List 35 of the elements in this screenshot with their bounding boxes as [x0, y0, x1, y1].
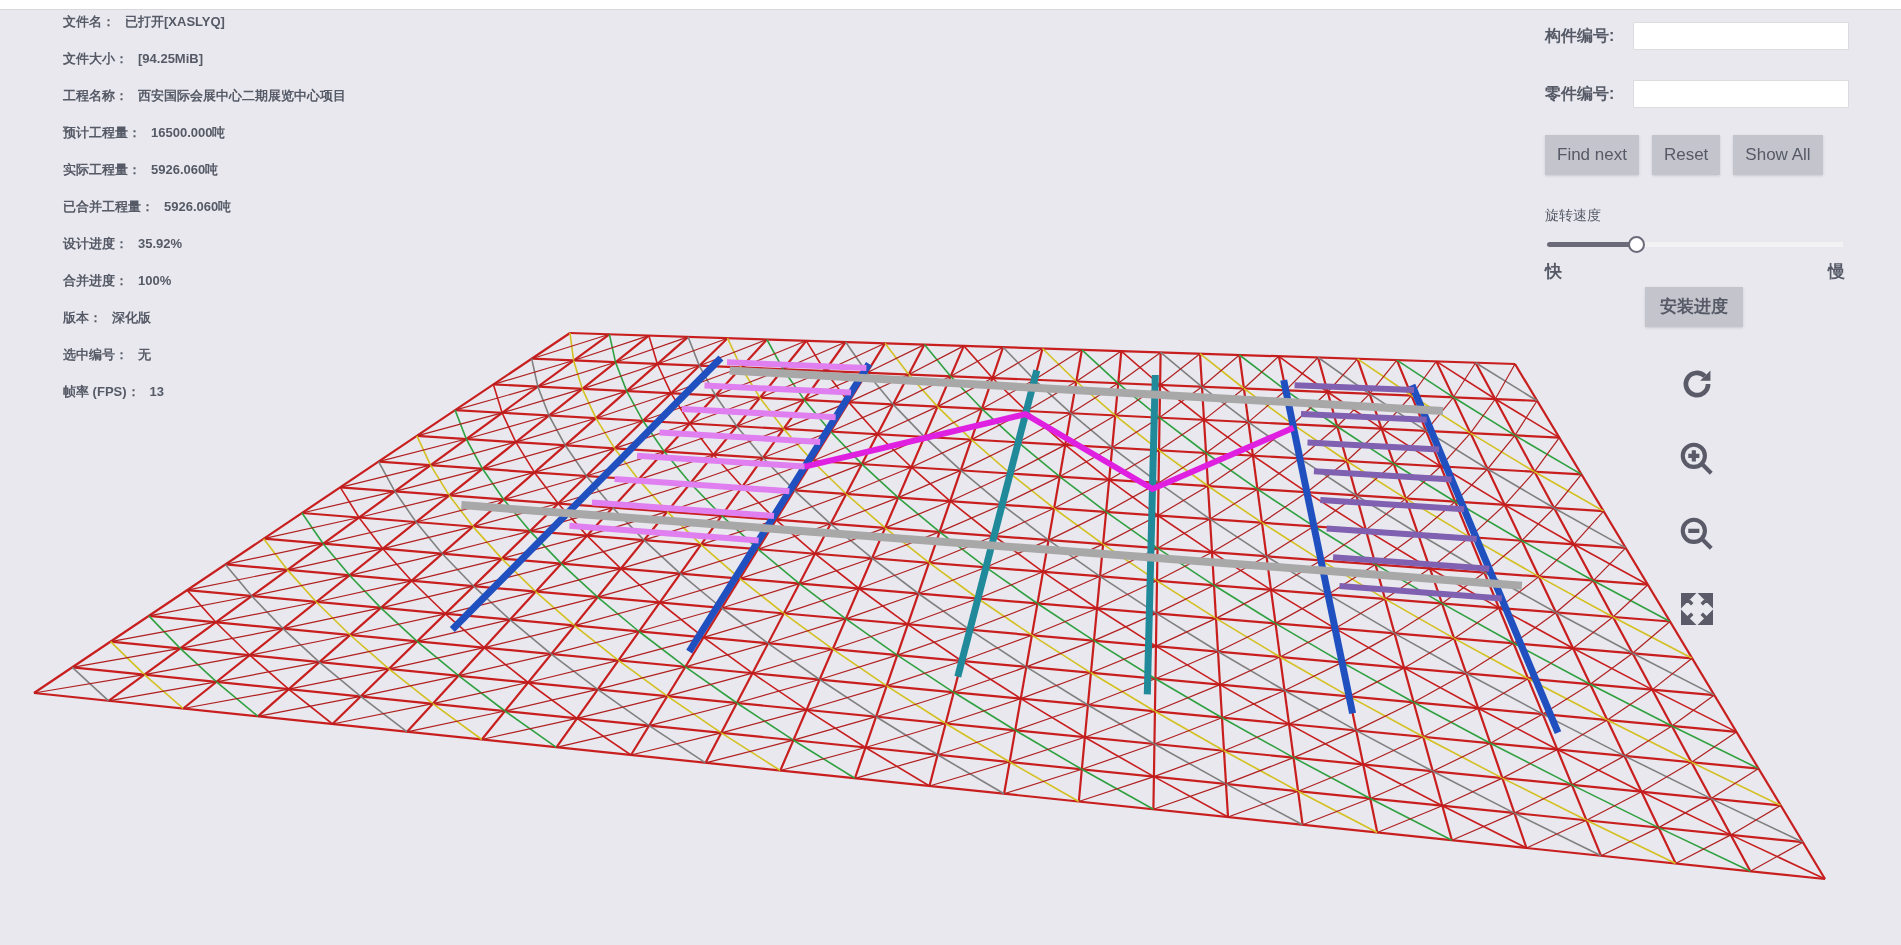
- info-label: 预计工程量：: [63, 124, 141, 142]
- info-label: 帧率 (FPS)：: [63, 383, 140, 401]
- action-button[interactable]: Reset: [1651, 135, 1721, 175]
- info-label: 设计进度：: [63, 235, 128, 253]
- field-label: 零件编号:: [1545, 84, 1616, 104]
- input-field[interactable]: [1633, 22, 1849, 50]
- info-value: 5926.060吨: [151, 161, 219, 179]
- info-label: 文件大小：: [63, 50, 128, 68]
- info-label: 工程名称：: [63, 87, 128, 105]
- info-label: 文件名：: [63, 13, 115, 31]
- field-label: 构件编号:: [1545, 26, 1616, 46]
- slider-max-label: 慢: [1828, 261, 1845, 283]
- info-label: 已合并工程量：: [63, 198, 154, 216]
- info-label: 实际工程量：: [63, 161, 141, 179]
- input-field[interactable]: [1633, 80, 1849, 108]
- info-value: 无: [138, 346, 151, 364]
- info-value: [94.25MiB]: [138, 50, 204, 68]
- info-value: 已打开[XASLYQ]: [125, 13, 225, 31]
- info-label: 版本：: [63, 309, 102, 327]
- steel-structure-drawing[interactable]: [33, 331, 1826, 881]
- info-value: 35.92%: [138, 235, 183, 253]
- action-button[interactable]: Show All: [1733, 135, 1823, 175]
- info-label: 选中编号：: [63, 346, 128, 364]
- info-value: 深化版: [112, 309, 151, 327]
- info-label: 合并进度：: [63, 272, 128, 290]
- slider-label: 旋转速度: [1545, 206, 1602, 225]
- info-value: 5926.060吨: [164, 198, 232, 216]
- action-button[interactable]: Find next: [1545, 135, 1639, 175]
- info-value: 16500.000吨: [151, 124, 226, 142]
- slider-thumb[interactable]: [1627, 236, 1645, 253]
- info-value: 100%: [138, 272, 172, 290]
- info-value: 13: [149, 383, 165, 401]
- slider-min-label: 快: [1545, 261, 1562, 283]
- info-value: 西安国际会展中心二期展览中心项目: [138, 87, 346, 105]
- progress-button[interactable]: 安装进度: [1645, 286, 1743, 327]
